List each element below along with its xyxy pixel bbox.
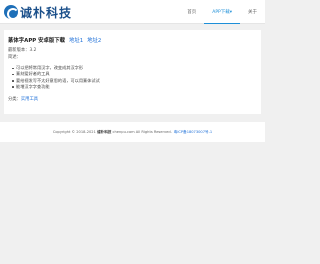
intro-label: 简述： <box>8 55 21 60</box>
article-title: 篆体字APP 安卓版下载 地址1 地址2 <box>8 36 101 44</box>
version-text: 最新版本：3.2 <box>8 48 37 53</box>
logo-text: 诚朴科技 <box>20 5 73 20</box>
copyright-suffix: chenpu.com All Rights Reserved. <box>112 130 172 134</box>
main-nav: 首页 APP下载▾ 关于 <box>179 0 265 24</box>
feature-list: 可以把将常用汉字，改变成其汉字形 篆刻爱好者的工具 要给视发写不太好意思的语，可… <box>12 65 100 90</box>
download-link-1[interactable]: 地址1 <box>69 38 83 44</box>
article-card: 篆体字APP 安卓版下载 地址1 地址2 最新版本：3.2 简述： 可以把将常用… <box>4 30 261 114</box>
copyright-prefix: Copyright © 2018-2021 <box>52 130 96 134</box>
category-link[interactable]: 实用工具 <box>21 97 38 102</box>
site-header: 诚朴科技 首页 APP下载▾ 关于 <box>0 0 265 24</box>
download-link-2[interactable]: 地址2 <box>87 38 101 44</box>
copyright-brand: 诚朴科技 <box>97 129 112 134</box>
nav-about[interactable]: 关于 <box>240 0 265 24</box>
category-row: 分类：实用工具 <box>8 96 38 102</box>
nav-home[interactable]: 首页 <box>179 0 204 24</box>
site-footer: Copyright © 2018-2021 诚朴科技 chenpu.com Al… <box>0 122 265 142</box>
nav-app-download[interactable]: APP下载▾ <box>204 0 240 24</box>
article-title-text: 篆体字APP 安卓版下载 <box>8 38 66 44</box>
list-item: 能增汉字字查功能 <box>12 84 100 90</box>
category-label: 分类： <box>8 97 21 102</box>
icp-link[interactable]: 粤ICP备18073007号-1 <box>174 130 212 135</box>
logo-icon <box>4 5 19 20</box>
site-logo[interactable]: 诚朴科技 <box>4 4 72 20</box>
